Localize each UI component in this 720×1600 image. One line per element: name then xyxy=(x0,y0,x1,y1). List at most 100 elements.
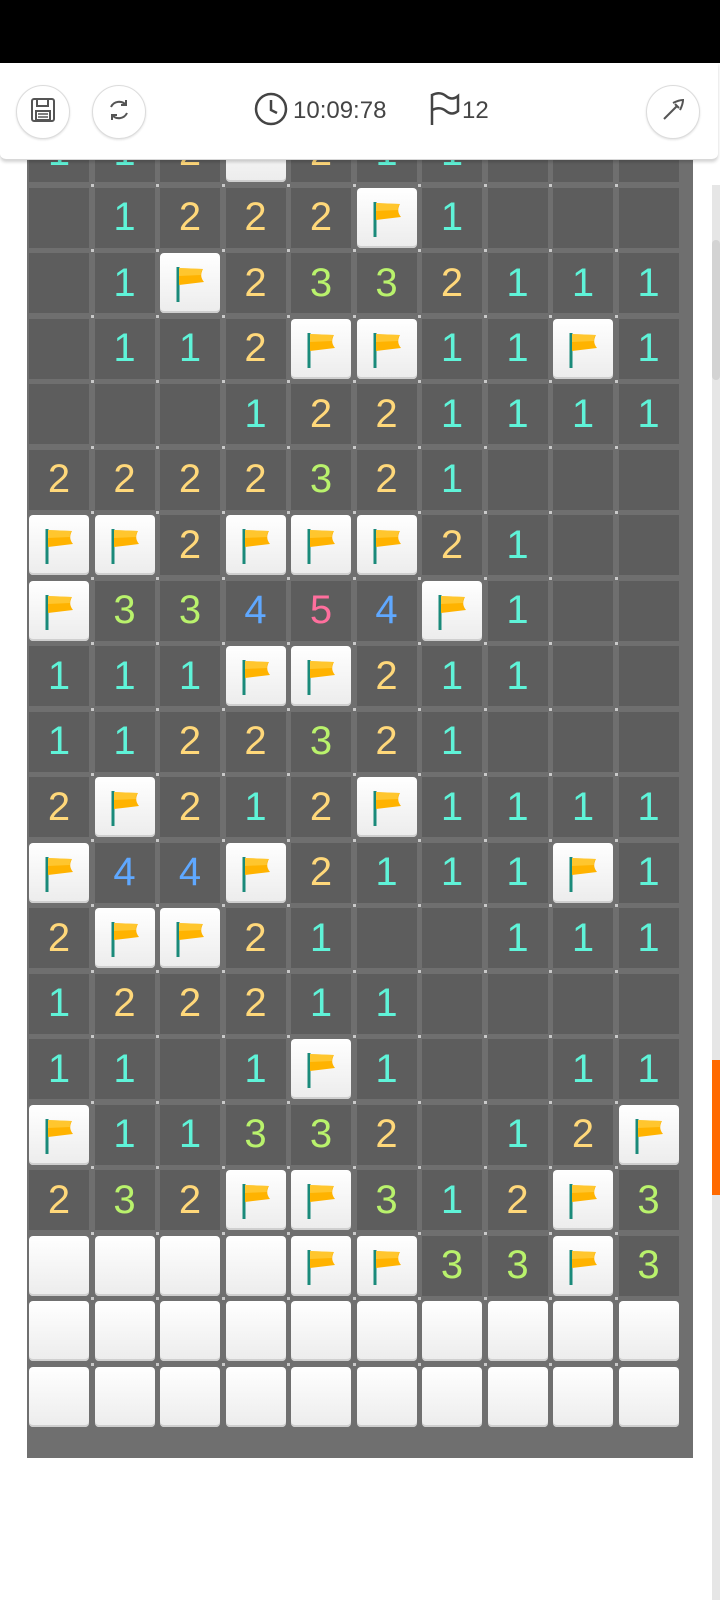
flagged-cell[interactable] xyxy=(29,1104,89,1165)
empty-cell[interactable] xyxy=(618,973,679,1034)
closed-cell[interactable] xyxy=(29,1301,89,1361)
number-cell[interactable]: 3 xyxy=(618,1170,679,1230)
number-cell[interactable]: 1 xyxy=(553,1039,613,1099)
number-cell[interactable]: 1 xyxy=(94,187,155,248)
closed-cell[interactable] xyxy=(225,1235,286,1296)
number-cell[interactable]: 2 xyxy=(225,253,286,313)
number-cell[interactable]: 1 xyxy=(553,777,613,837)
closed-cell[interactable] xyxy=(160,1301,220,1361)
number-cell[interactable]: 1 xyxy=(487,777,548,837)
scrollbar-thumb[interactable] xyxy=(712,1060,720,1195)
number-cell[interactable]: 3 xyxy=(94,580,155,641)
empty-cell[interactable] xyxy=(487,711,548,772)
save-button[interactable] xyxy=(16,85,70,139)
number-cell[interactable]: 1 xyxy=(487,253,548,313)
number-cell[interactable]: 5 xyxy=(291,580,351,641)
number-cell[interactable]: 2 xyxy=(291,384,351,444)
number-cell[interactable]: 2 xyxy=(160,777,220,837)
flagged-cell[interactable] xyxy=(553,1170,613,1230)
number-cell[interactable]: 1 xyxy=(618,842,679,903)
number-cell[interactable]: 1 xyxy=(487,384,548,444)
number-cell[interactable]: 2 xyxy=(225,973,286,1034)
number-cell[interactable]: 3 xyxy=(94,1170,155,1230)
number-cell[interactable]: 1 xyxy=(618,318,679,379)
number-cell[interactable]: 1 xyxy=(487,646,548,706)
number-cell[interactable]: 1 xyxy=(618,777,679,837)
number-cell[interactable]: 4 xyxy=(94,842,155,903)
empty-cell[interactable] xyxy=(29,253,89,313)
closed-cell[interactable] xyxy=(618,1366,679,1427)
number-cell[interactable]: 1 xyxy=(422,646,482,706)
empty-cell[interactable] xyxy=(422,1039,482,1099)
closed-cell[interactable] xyxy=(291,1366,351,1427)
number-cell[interactable]: 3 xyxy=(225,1104,286,1165)
flagged-cell[interactable] xyxy=(356,187,417,248)
empty-cell[interactable] xyxy=(29,187,89,248)
number-cell[interactable]: 3 xyxy=(160,580,220,641)
number-cell[interactable]: 1 xyxy=(356,973,417,1034)
number-cell[interactable]: 1 xyxy=(29,973,89,1034)
flagged-cell[interactable] xyxy=(29,515,89,575)
number-cell[interactable]: 3 xyxy=(291,1104,351,1165)
number-cell[interactable]: 2 xyxy=(356,646,417,706)
number-cell[interactable]: 1 xyxy=(160,1104,220,1165)
flagged-cell[interactable] xyxy=(356,1235,417,1296)
empty-cell[interactable] xyxy=(487,187,548,248)
number-cell[interactable]: 2 xyxy=(29,777,89,837)
closed-cell[interactable] xyxy=(94,1301,155,1361)
number-cell[interactable]: 2 xyxy=(29,449,89,510)
number-cell[interactable]: 1 xyxy=(94,253,155,313)
flagged-cell[interactable] xyxy=(225,646,286,706)
number-cell[interactable]: 2 xyxy=(160,711,220,772)
flagged-cell[interactable] xyxy=(160,253,220,313)
number-cell[interactable]: 1 xyxy=(553,908,613,968)
number-cell[interactable]: 1 xyxy=(553,253,613,313)
number-cell[interactable]: 2 xyxy=(356,1104,417,1165)
number-cell[interactable]: 1 xyxy=(225,1039,286,1099)
flagged-cell[interactable] xyxy=(94,515,155,575)
number-cell[interactable]: 1 xyxy=(29,1039,89,1099)
number-cell[interactable]: 2 xyxy=(356,384,417,444)
number-cell[interactable]: 2 xyxy=(225,908,286,968)
flagged-cell[interactable] xyxy=(553,1235,613,1296)
number-cell[interactable]: 2 xyxy=(29,1170,89,1230)
number-cell[interactable]: 1 xyxy=(487,515,548,575)
number-cell[interactable]: 2 xyxy=(422,515,482,575)
number-cell[interactable]: 1 xyxy=(487,318,548,379)
empty-cell[interactable] xyxy=(618,580,679,641)
empty-cell[interactable] xyxy=(487,1039,548,1099)
closed-cell[interactable] xyxy=(225,159,286,182)
closed-cell[interactable] xyxy=(94,1235,155,1296)
flagged-cell[interactable] xyxy=(291,318,351,379)
number-cell[interactable]: 2 xyxy=(225,449,286,510)
number-cell[interactable]: 1 xyxy=(291,973,351,1034)
closed-cell[interactable] xyxy=(225,1366,286,1427)
flagged-cell[interactable] xyxy=(225,1170,286,1230)
number-cell[interactable]: 2 xyxy=(553,1104,613,1165)
number-cell[interactable]: 2 xyxy=(29,908,89,968)
empty-cell[interactable] xyxy=(553,973,613,1034)
number-cell[interactable]: 1 xyxy=(356,842,417,903)
flagged-cell[interactable] xyxy=(553,842,613,903)
empty-cell[interactable] xyxy=(356,908,417,968)
empty-cell[interactable] xyxy=(422,1104,482,1165)
flagged-cell[interactable] xyxy=(160,908,220,968)
number-cell[interactable]: 1 xyxy=(356,159,417,182)
number-cell[interactable]: 2 xyxy=(291,187,351,248)
number-cell[interactable]: 1 xyxy=(291,908,351,968)
closed-cell[interactable] xyxy=(356,1301,417,1361)
empty-cell[interactable] xyxy=(553,515,613,575)
number-cell[interactable]: 4 xyxy=(225,580,286,641)
empty-cell[interactable] xyxy=(618,159,679,182)
number-cell[interactable]: 2 xyxy=(160,159,220,182)
empty-cell[interactable] xyxy=(487,159,548,182)
dig-mode-button[interactable] xyxy=(646,85,700,139)
number-cell[interactable]: 2 xyxy=(94,449,155,510)
empty-cell[interactable] xyxy=(553,159,613,182)
scrollbar-top-thumb[interactable] xyxy=(712,240,720,380)
flagged-cell[interactable] xyxy=(356,515,417,575)
number-cell[interactable]: 1 xyxy=(422,777,482,837)
closed-cell[interactable] xyxy=(225,1301,286,1361)
number-cell[interactable]: 1 xyxy=(94,646,155,706)
number-cell[interactable]: 1 xyxy=(160,646,220,706)
